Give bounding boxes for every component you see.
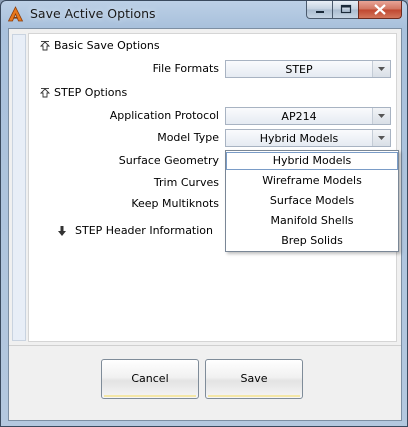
button-glow bbox=[208, 395, 300, 397]
keep-multiknots-label: Keep Multiknots bbox=[131, 197, 219, 210]
scroll-strip[interactable] bbox=[12, 34, 26, 341]
minimize-button[interactable] bbox=[306, 1, 333, 19]
divider bbox=[9, 345, 401, 346]
surface-geometry-label: Surface Geometry bbox=[118, 154, 219, 167]
model-type-label: Model Type bbox=[157, 131, 219, 144]
application-protocol-label: Application Protocol bbox=[109, 109, 219, 122]
chevron-down-icon bbox=[378, 114, 385, 118]
window-title: Save Active Options bbox=[30, 6, 156, 21]
dropdown-option-hybrid-models[interactable]: Hybrid Models bbox=[226, 152, 398, 170]
model-type-select[interactable]: Hybrid Models bbox=[225, 129, 391, 147]
application-protocol-dropdown-button[interactable] bbox=[372, 108, 390, 124]
model-type-value: Hybrid Models bbox=[259, 132, 339, 145]
expand-arrow-icon[interactable] bbox=[56, 225, 68, 237]
app-logo-icon bbox=[7, 6, 24, 23]
step-options-header[interactable]: STEP Options bbox=[54, 86, 127, 99]
file-formats-label: File Formats bbox=[152, 62, 219, 75]
model-type-dropdown-list: Hybrid Models Wireframe Models Surface M… bbox=[225, 150, 399, 252]
application-protocol-value: AP214 bbox=[281, 110, 317, 123]
model-type-dropdown-button[interactable] bbox=[372, 130, 390, 146]
dropdown-option-brep-solids[interactable]: Brep Solids bbox=[226, 232, 398, 250]
step-header-information-header[interactable]: STEP Header Information bbox=[75, 224, 213, 237]
file-formats-dropdown-button[interactable] bbox=[372, 61, 390, 77]
save-button-label: Save bbox=[240, 372, 268, 385]
collapse-icon[interactable] bbox=[39, 40, 51, 52]
dropdown-option-manifold-shells[interactable]: Manifold Shells bbox=[226, 212, 398, 230]
basic-save-options-header[interactable]: Basic Save Options bbox=[54, 39, 160, 52]
dropdown-option-wireframe-models[interactable]: Wireframe Models bbox=[226, 172, 398, 190]
application-protocol-select[interactable]: AP214 bbox=[225, 107, 391, 125]
chevron-down-icon bbox=[378, 67, 385, 71]
save-options-window: Save Active Options Basic Save Options F… bbox=[0, 0, 408, 427]
options-panel: Basic Save Options File Formats STEP STE… bbox=[28, 33, 399, 342]
file-formats-value: STEP bbox=[285, 63, 313, 76]
save-button[interactable]: Save bbox=[205, 359, 303, 399]
cancel-button[interactable]: Cancel bbox=[101, 359, 199, 399]
dropdown-option-surface-models[interactable]: Surface Models bbox=[226, 192, 398, 210]
maximize-button[interactable] bbox=[332, 1, 359, 19]
close-button[interactable] bbox=[358, 1, 402, 19]
collapse-icon[interactable] bbox=[39, 87, 51, 99]
dialog-client-area: Basic Save Options File Formats STEP STE… bbox=[8, 28, 402, 421]
trim-curves-label: Trim Curves bbox=[153, 176, 219, 189]
caption-buttons bbox=[306, 1, 402, 20]
file-formats-select[interactable]: STEP bbox=[225, 60, 391, 78]
button-glow bbox=[104, 395, 196, 397]
cancel-button-label: Cancel bbox=[131, 372, 169, 385]
title-bar[interactable]: Save Active Options bbox=[1, 1, 407, 28]
chevron-down-icon bbox=[378, 136, 385, 140]
